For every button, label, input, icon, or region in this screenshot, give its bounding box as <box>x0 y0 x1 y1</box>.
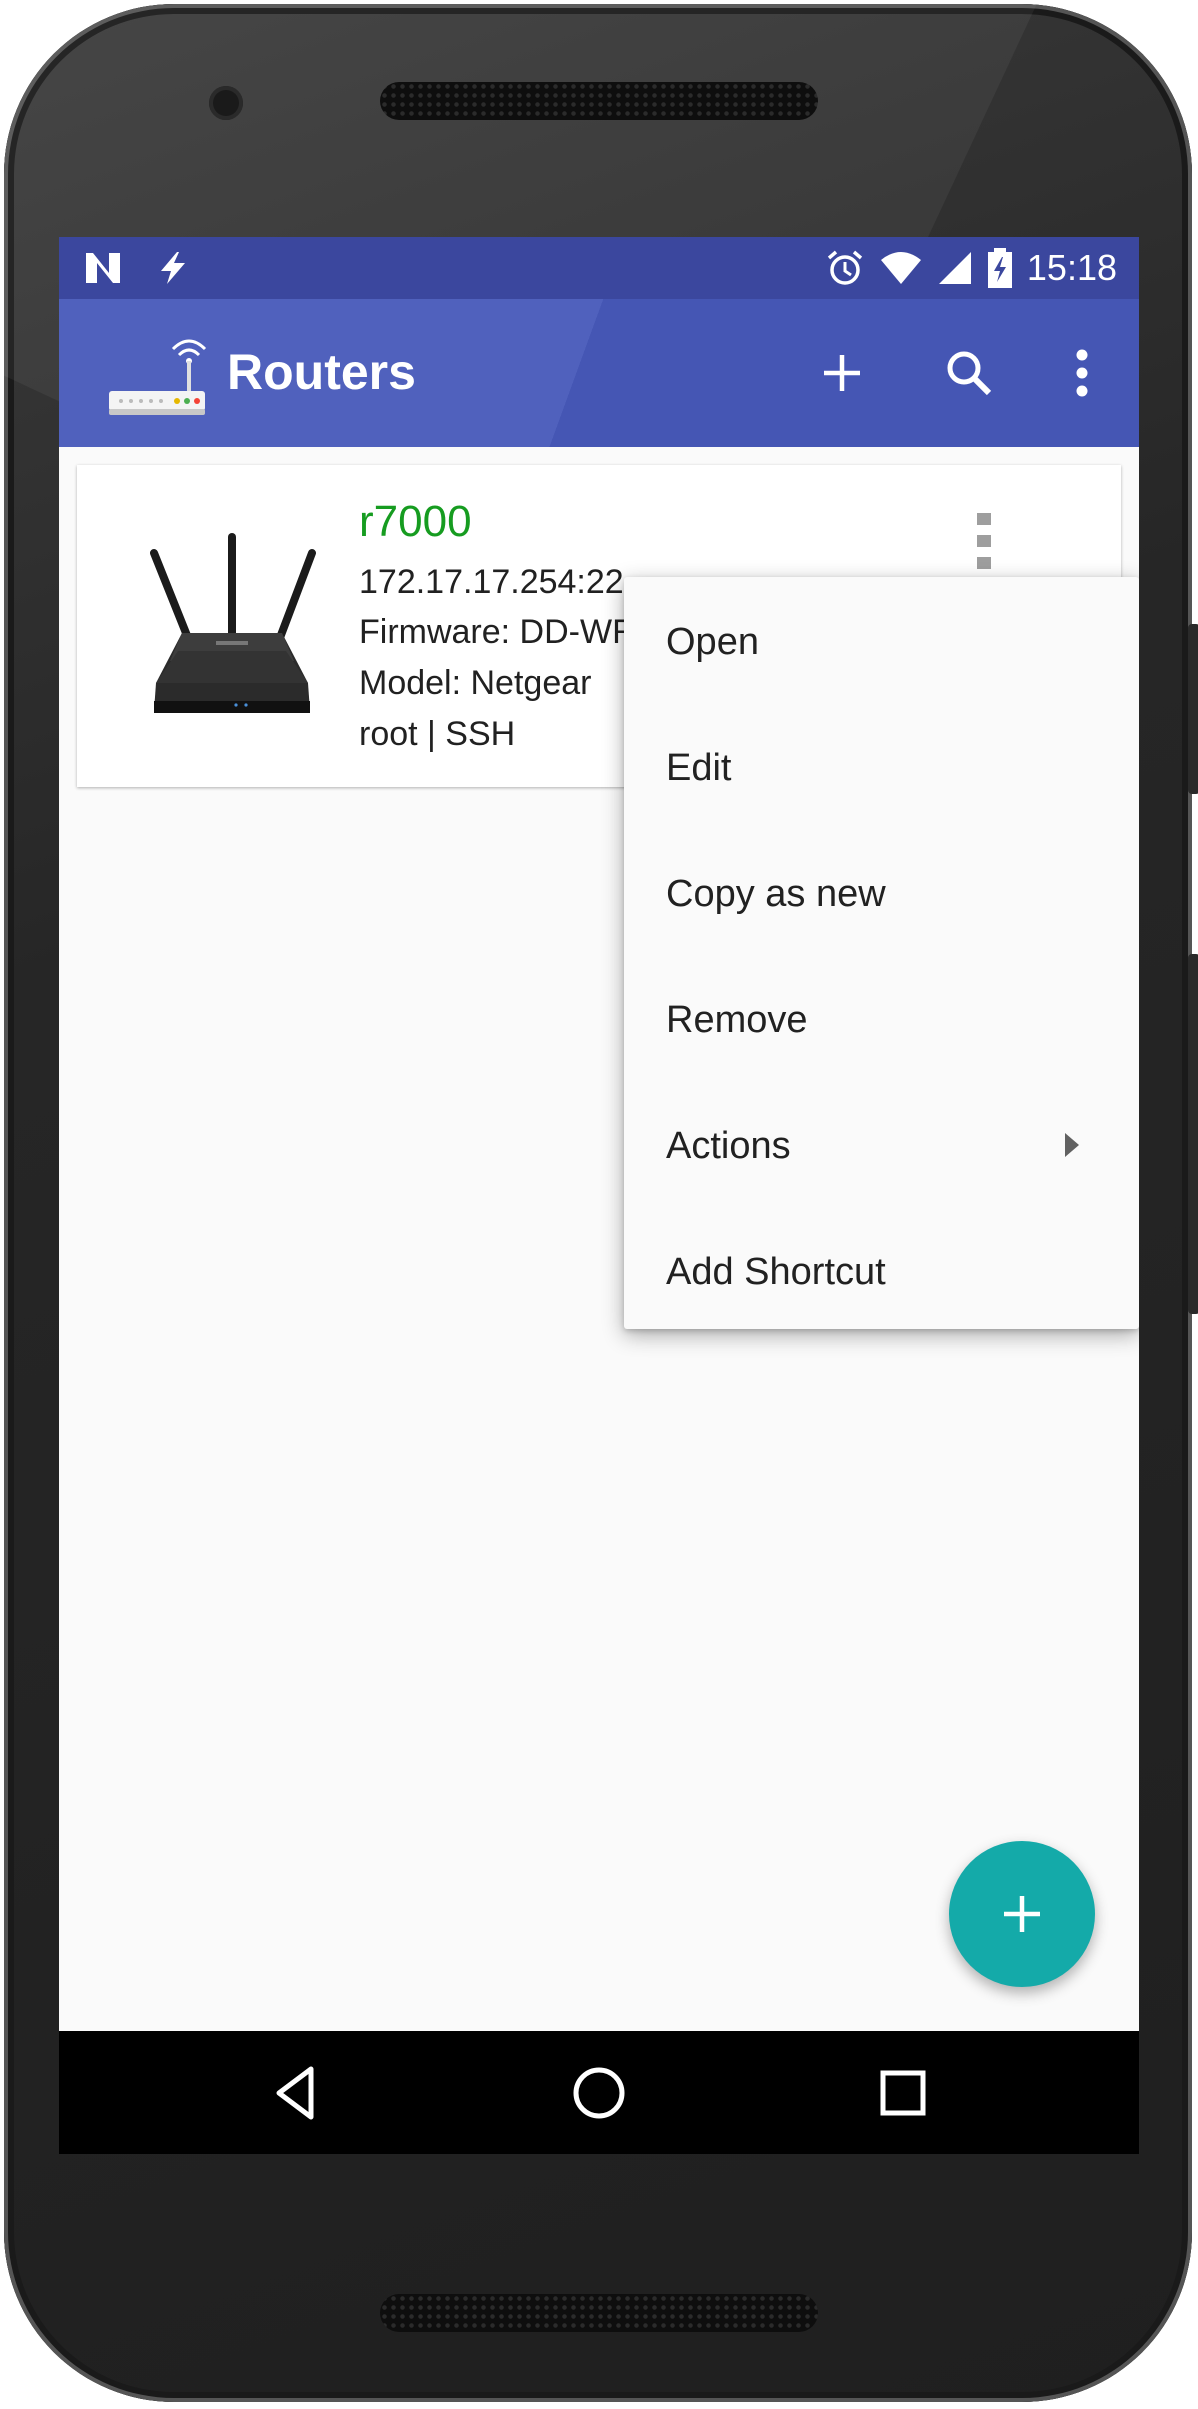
router-model: Model: Netgear <box>359 664 592 702</box>
menu-item-label: Open <box>666 621 759 663</box>
wifi-icon <box>880 252 921 284</box>
power-button <box>1188 624 1198 794</box>
router-name: r7000 <box>359 497 472 546</box>
overflow-menu-button[interactable] <box>1046 337 1118 409</box>
menu-item-label: Edit <box>666 747 732 789</box>
router-image <box>150 533 316 713</box>
menu-item-edit[interactable]: Edit <box>624 703 1139 829</box>
top-speaker <box>380 82 818 120</box>
alarm-icon <box>827 250 863 285</box>
menu-item-actions[interactable]: Actions <box>624 1081 1139 1207</box>
menu-item-label: Actions <box>666 1125 791 1167</box>
search-icon <box>947 351 992 396</box>
system-nav-bar <box>59 2031 1139 2154</box>
home-icon[interactable] <box>567 2061 631 2125</box>
menu-item-open[interactable]: Open <box>624 577 1139 703</box>
add-icon <box>824 355 860 391</box>
router-address: 172.17.17.254:22 <box>359 563 624 601</box>
volume-rocker <box>1188 954 1198 1314</box>
battery-charging-icon <box>987 248 1012 288</box>
menu-item-label: Remove <box>666 999 808 1041</box>
front-camera <box>209 86 243 120</box>
menu-item-label: Add Shortcut <box>666 1251 886 1293</box>
router-context-menu: Open Edit Copy as new Remove Actions Add… <box>624 577 1139 1329</box>
recents-icon[interactable] <box>871 2061 935 2125</box>
cell-signal-icon <box>938 252 971 284</box>
phone-frame: 15:18 Routers r7000 172.17.17.254:22 Fir… <box>4 4 1198 2402</box>
menu-item-copy-as-new[interactable]: Copy as new <box>624 829 1139 955</box>
add-router-fab[interactable] <box>949 1841 1095 1987</box>
bottom-speaker <box>380 2294 818 2332</box>
router-firmware: Firmware: DD-WRT <box>359 613 657 651</box>
menu-item-remove[interactable]: Remove <box>624 955 1139 1081</box>
router-login: root | SSH <box>359 715 516 753</box>
search-button[interactable] <box>933 337 1005 409</box>
add-router-button[interactable] <box>806 337 878 409</box>
screen: 15:18 Routers r7000 172.17.17.254:22 Fir… <box>59 237 1139 2154</box>
add-icon <box>1004 1896 1040 1932</box>
n-notification-icon <box>86 253 120 283</box>
submenu-arrow-icon <box>1065 1133 1079 1157</box>
back-icon[interactable] <box>267 2061 331 2125</box>
status-clock: 15:18 <box>1026 247 1117 288</box>
menu-item-label: Copy as new <box>666 873 886 915</box>
status-bar: 15:18 <box>59 237 1139 299</box>
overflow-menu-icon <box>1076 349 1088 397</box>
app-bar: Routers <box>59 299 1139 447</box>
card-menu-icon[interactable] <box>967 507 1003 577</box>
router-logo-icon <box>109 339 207 415</box>
app-title: Routers <box>227 344 416 400</box>
bolt-icon <box>161 252 185 284</box>
menu-item-add-shortcut[interactable]: Add Shortcut <box>624 1207 1139 1333</box>
